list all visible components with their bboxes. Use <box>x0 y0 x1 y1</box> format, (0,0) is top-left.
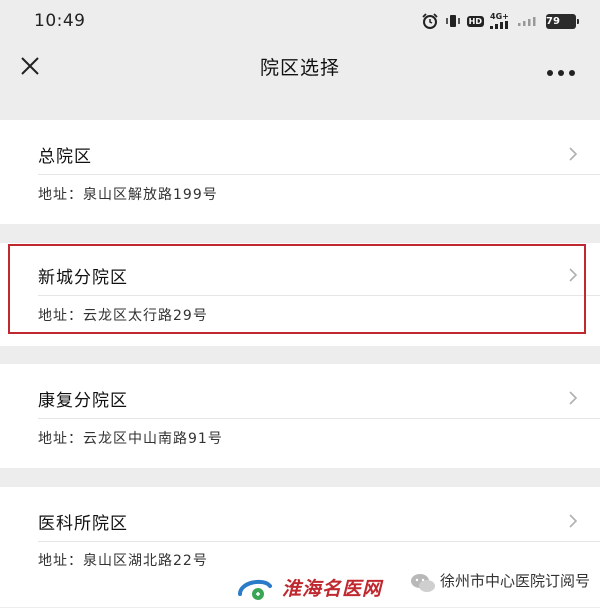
chevron-right-icon <box>568 267 578 283</box>
watermark-account: 徐州市中心医院订阅号 <box>437 570 594 591</box>
wechat-icon <box>410 572 436 594</box>
nav-bar: 院区选择 <box>0 42 600 90</box>
battery-icon: 79 <box>546 13 579 29</box>
chevron-right-icon <box>568 390 578 406</box>
campus-card-rehab[interactable]: 康复分院区 地址：云龙区中山南路91号 <box>0 364 600 468</box>
alarm-icon <box>421 13 439 29</box>
campus-name: 新城分院区 <box>38 268 128 288</box>
campus-card-main[interactable]: 总院区 地址：泉山区解放路199号 <box>0 120 600 224</box>
status-bar: 10:49 HD 4G+ 79 <box>0 0 600 42</box>
chevron-right-icon <box>568 513 578 529</box>
card-divider <box>38 418 600 419</box>
campus-name: 康复分院区 <box>38 391 128 411</box>
campus-name: 总院区 <box>38 147 92 167</box>
page-title: 院区选择 <box>259 57 340 79</box>
more-icon[interactable] <box>546 62 576 76</box>
vibrate-icon <box>445 13 461 29</box>
campus-address: 地址：泉山区解放路199号 <box>38 187 218 203</box>
brand-logo-icon <box>234 576 276 604</box>
card-divider <box>38 295 600 296</box>
status-icons: HD 4G+ 79 <box>421 12 579 30</box>
hd-icon: HD <box>466 15 484 27</box>
card-divider <box>38 541 600 542</box>
signal-icon: 4G+ <box>490 13 512 29</box>
card-divider <box>38 174 600 175</box>
network-label: 4G+ <box>490 12 509 21</box>
campus-card-xincheng[interactable]: 新城分院区 地址：云龙区太行路29号 <box>0 243 600 346</box>
campus-address: 地址：云龙区太行路29号 <box>38 308 208 324</box>
watermark-brand: 淮海名医网 <box>282 578 383 600</box>
wifi-dots-icon <box>518 16 540 26</box>
status-time: 10:49 <box>34 11 86 31</box>
chevron-right-icon <box>568 146 578 162</box>
campus-name: 医科所院区 <box>38 514 128 534</box>
campus-address: 地址：云龙区中山南路91号 <box>38 431 223 447</box>
campus-address: 地址：泉山区湖北路22号 <box>38 553 208 569</box>
